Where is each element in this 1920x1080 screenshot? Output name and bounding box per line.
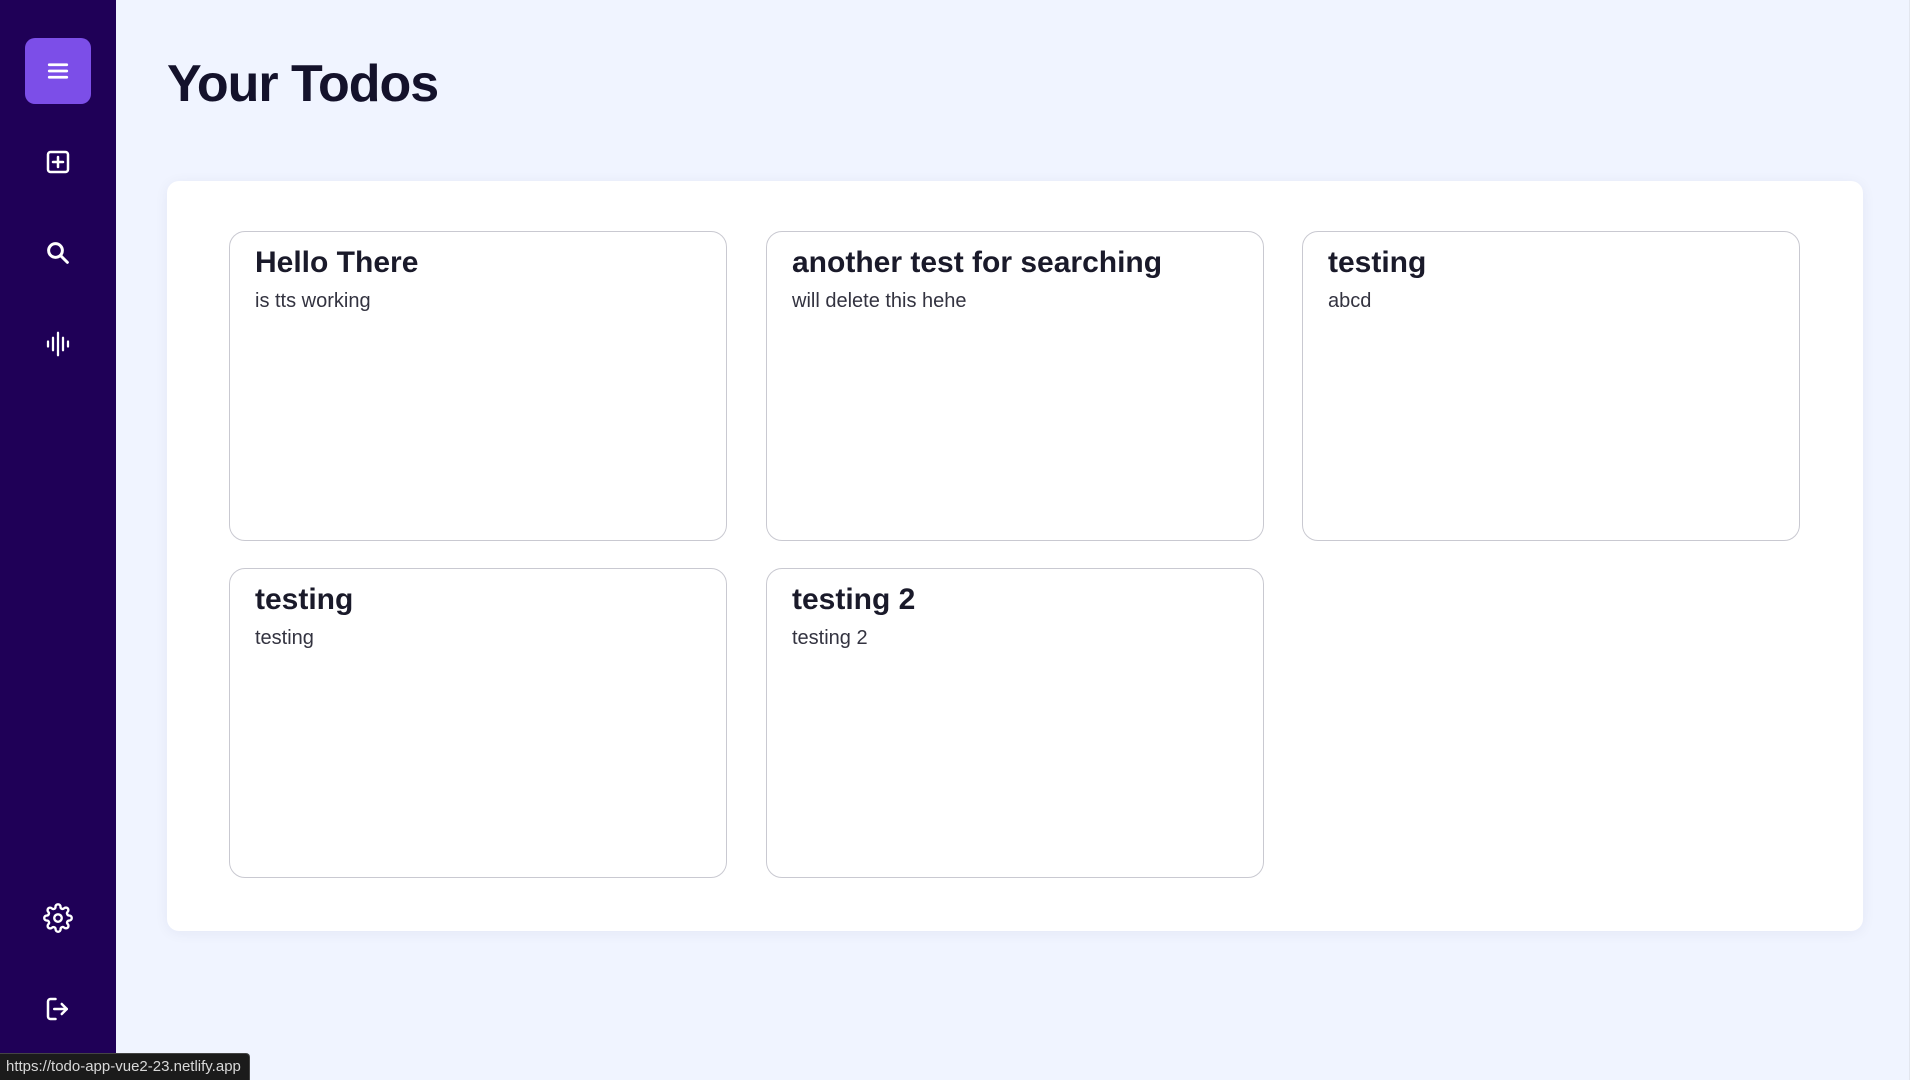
- sidebar-settings-button[interactable]: [25, 885, 91, 951]
- todo-description: is tts working: [255, 290, 371, 312]
- todo-title: another test for searching: [792, 246, 1163, 279]
- sidebar-add-todo-button[interactable]: [25, 129, 91, 195]
- todo-description: will delete this hehe: [792, 290, 967, 312]
- sidebar-voice-button[interactable]: [25, 311, 91, 377]
- status-bar-url: https://todo-app-vue2-23.netlify.app: [0, 1053, 250, 1080]
- todo-board: Hello There is tts working another test …: [167, 181, 1863, 931]
- todo-description: testing: [255, 627, 314, 649]
- todo-description: abcd: [1328, 290, 1372, 312]
- menu-icon: [43, 56, 73, 86]
- todo-card[interactable]: Hello There is tts working: [229, 231, 727, 541]
- todo-description: testing 2: [792, 627, 868, 649]
- sidebar: [0, 0, 116, 1080]
- todo-title: testing: [255, 583, 354, 616]
- logout-icon: [43, 994, 73, 1024]
- sidebar-logout-button[interactable]: [25, 976, 91, 1042]
- search-icon: [43, 238, 73, 268]
- todo-title: Hello There: [255, 246, 419, 279]
- vertical-scrollbar[interactable]: [1909, 0, 1920, 1080]
- gear-icon: [43, 903, 73, 933]
- todo-card[interactable]: testing testing: [229, 568, 727, 878]
- audio-wave-icon: [43, 329, 73, 359]
- todo-card[interactable]: testing 2 testing 2: [766, 568, 1264, 878]
- todo-card[interactable]: another test for searching will delete t…: [766, 231, 1264, 541]
- add-square-icon: [43, 147, 73, 177]
- page-title: Your Todos: [167, 55, 439, 113]
- todo-card[interactable]: testing abcd: [1302, 231, 1800, 541]
- todo-app: Your Todos Hello There is tts working an…: [0, 0, 1920, 1080]
- sidebar-menu-button[interactable]: [25, 38, 91, 104]
- todo-title: testing: [1328, 246, 1427, 279]
- todo-title: testing 2: [792, 583, 916, 616]
- sidebar-search-button[interactable]: [25, 220, 91, 286]
